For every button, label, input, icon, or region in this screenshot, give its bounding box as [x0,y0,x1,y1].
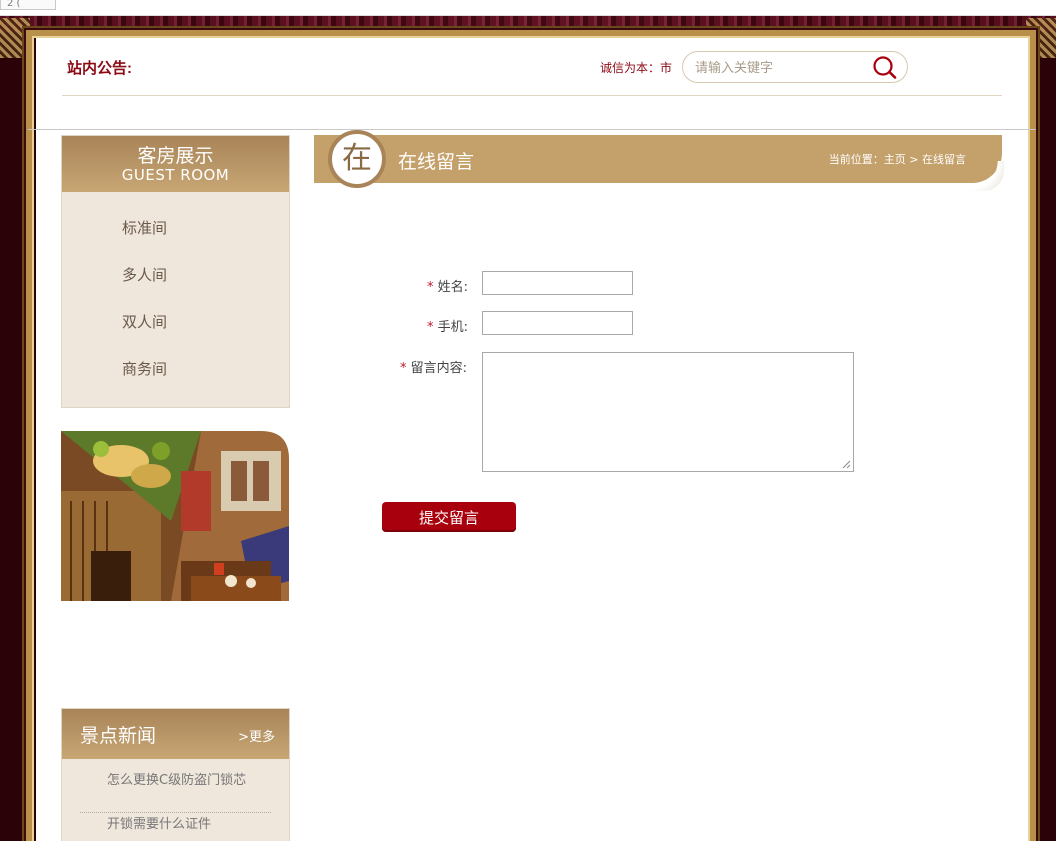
search-button[interactable] [870,55,900,81]
page-title: 在线留言 [398,151,475,173]
scenic-news-box: 景点新闻 >更多 怎么更换C级防盗门锁芯 开锁需要什么证件 [61,708,290,841]
browser-top-strip: 2 ( [0,0,1056,16]
site-notice-label: 站内公告: [67,60,132,77]
browser-tab[interactable]: 2 ( [0,0,56,10]
phone-input[interactable] [482,311,633,335]
page-title-bar: 在 在线留言 当前位置：主页 > 在线留言 [314,130,1004,191]
guest-room-title-en: GUEST ROOM [121,166,230,184]
phone-label-wrap: * 手机: [427,316,468,335]
breadcrumb-home-link[interactable]: 主页 [884,153,906,166]
required-mark: * [427,320,434,335]
guest-room-item-multi[interactable]: 多人间 [122,263,289,310]
submit-button[interactable]: 提交留言 [382,502,516,532]
required-mark: * [427,280,434,295]
scenic-news-title: 景点新闻 [80,725,157,747]
guest-room-item-standard[interactable]: 标准间 [122,216,289,263]
guest-room-list: 标准间 多人间 双人间 商务间 [62,192,289,404]
message-textarea[interactable] [482,352,854,472]
name-label-wrap: * 姓名: [427,276,468,295]
search-box [682,51,908,83]
guest-room-header: 客房展示 GUEST ROOM [62,136,289,192]
news-item[interactable]: 怎么更换C级防盗门锁芯 [80,769,271,813]
phone-label: 手机: [437,320,469,335]
content-panel: 站内公告: 诚信为本：市 客房展示 GUEST ROOM 标准间 多人间 双人间… [28,38,1036,841]
guest-room-item-double[interactable]: 双人间 [122,310,289,357]
title-badge: 在 [328,130,386,188]
name-input[interactable] [482,271,633,295]
slogan-text: 诚信为本：市 [600,61,673,75]
resize-grip-icon[interactable] [841,459,851,469]
scenic-news-header: 景点新闻 >更多 [62,709,289,759]
page-curl-decoration [970,161,1004,191]
required-mark: * [400,361,407,376]
name-label: 姓名: [437,280,469,295]
news-list: 怎么更换C级防盗门锁芯 开锁需要什么证件 [62,759,289,841]
guest-room-title: 客房展示 [137,145,214,167]
message-label-wrap: * 留言内容: [400,357,467,376]
breadcrumb-prefix: 当前位置： [828,153,884,166]
guest-room-item-business[interactable]: 商务间 [122,357,289,404]
search-icon [873,56,897,79]
breadcrumb-current-link[interactable]: 在线留言 [922,153,966,166]
search-input[interactable] [695,56,865,78]
message-label: 留言内容: [410,361,468,376]
nav-divider [28,129,1036,130]
header-divider [62,95,1002,96]
guest-room-box: 客房展示 GUEST ROOM 标准间 多人间 双人间 商务间 [61,135,290,408]
more-news-link[interactable]: >更多 [238,726,275,745]
breadcrumb: 当前位置：主页 > 在线留言 [829,151,966,167]
breadcrumb-separator: > [905,153,922,166]
news-item[interactable]: 开锁需要什么证件 [80,813,271,841]
restaurant-photo [61,431,289,601]
